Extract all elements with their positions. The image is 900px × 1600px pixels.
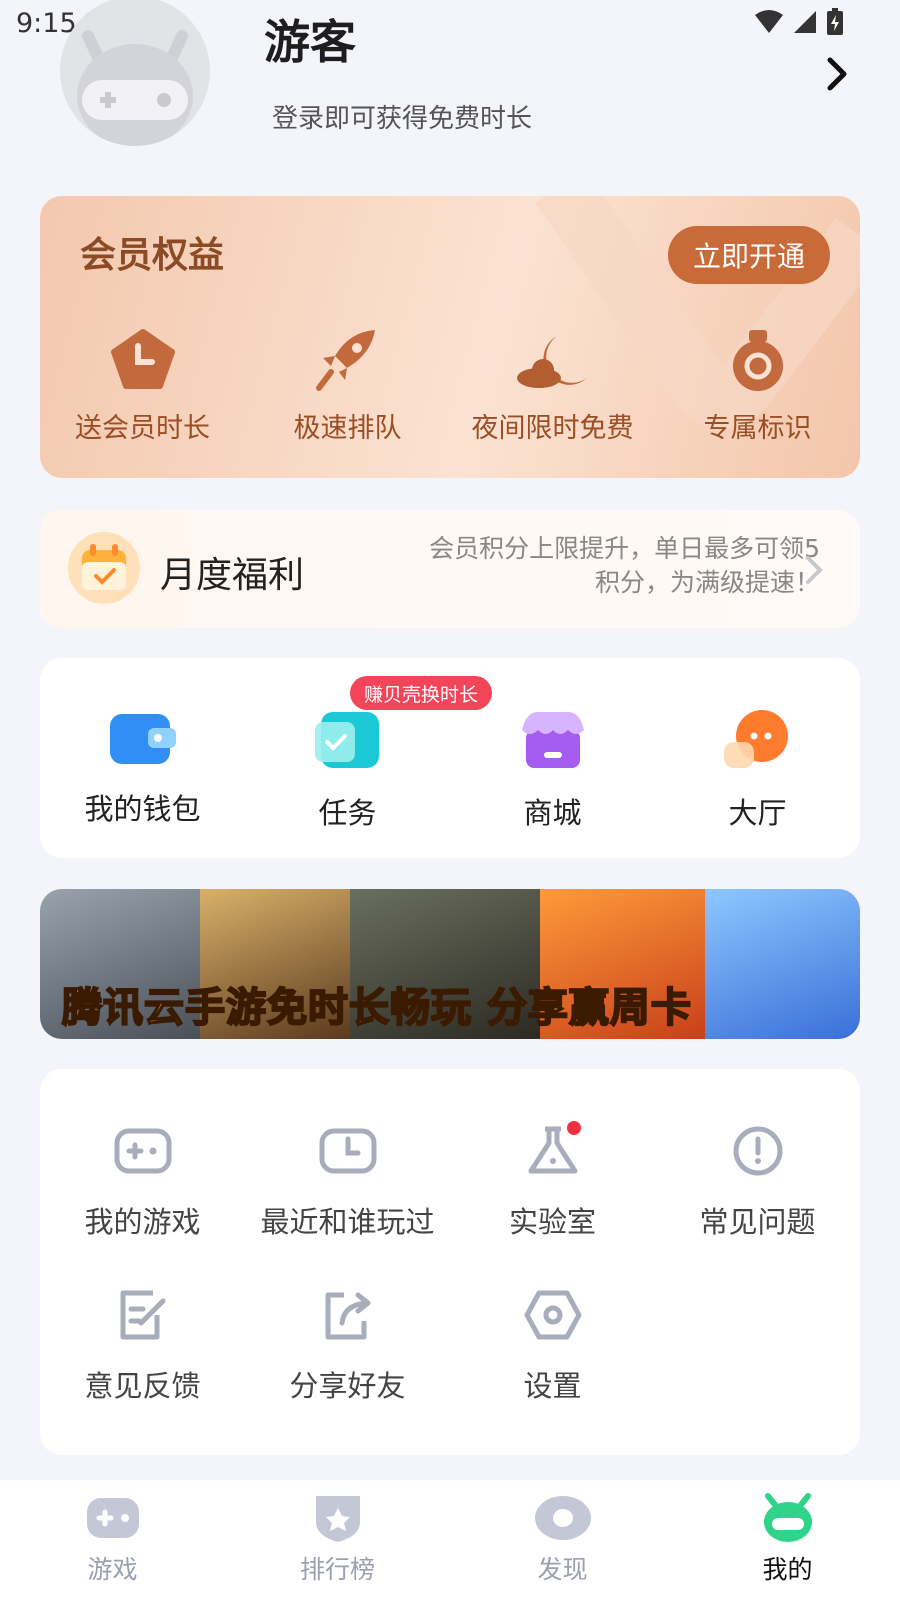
nav-mine[interactable]: 我的 (675, 1492, 900, 1586)
tool-recent-played[interactable]: 最近和谁玩过 (245, 1125, 450, 1241)
gamepad-icon (114, 1128, 171, 1174)
tool-share[interactable]: 分享好友 (245, 1289, 450, 1405)
signal-icon (794, 11, 816, 33)
chevron-right-icon[interactable] (824, 56, 850, 96)
avatar[interactable] (60, 0, 210, 146)
task-button[interactable]: 任务 (245, 708, 450, 832)
quick-action-label: 我的钱包 (84, 792, 201, 826)
lobby-button[interactable]: 大厅 (655, 708, 860, 832)
feedback-icon (120, 1290, 165, 1340)
member-card[interactable]: 会员权益 立即开通 送会员时长 极速排队 夜间限时免费 专属标识 (40, 196, 860, 478)
battery-icon (827, 8, 843, 35)
shop-icon (521, 712, 584, 768)
chat-icon (723, 710, 788, 768)
status-time: 9:15 (16, 8, 77, 39)
tool-label: 我的游戏 (84, 1205, 201, 1239)
perk-item[interactable]: 极速排队 (245, 328, 450, 445)
monthly-title: 月度福利 (160, 555, 305, 596)
perk-label: 夜间限时免费 (471, 413, 634, 444)
nav-label: 游戏 (87, 1555, 138, 1584)
tool-label: 设置 (523, 1369, 582, 1403)
tool-label: 常见问题 (699, 1205, 816, 1239)
monthly-desc-line: 会员积分上限提升，单日最多可领5 (429, 534, 820, 563)
open-membership-button[interactable]: 立即开通 (668, 226, 830, 284)
monthly-welfare-card[interactable]: 月度福利 会员积分上限提升，单日最多可领5 积分，为满级提速！ (40, 510, 860, 628)
tool-lab[interactable]: 实验室 (450, 1125, 655, 1241)
rocket-icon (315, 330, 375, 391)
tools-card: 我的游戏 最近和谁玩过 实验室 常见问题 意见反馈 分享好友 设置 (40, 1069, 860, 1455)
shield-star-icon (315, 1496, 360, 1542)
medal-icon (732, 330, 783, 391)
tool-label: 实验室 (508, 1205, 596, 1239)
bottom-nav: 游戏 排行榜 发现 我的 (0, 1480, 900, 1600)
profile-mascot-icon (763, 1493, 812, 1542)
perk-item[interactable]: 夜间限时免费 (450, 328, 655, 445)
tool-settings[interactable]: 设置 (450, 1289, 655, 1405)
nav-games[interactable]: 游戏 (0, 1492, 225, 1586)
wallet-icon (109, 714, 176, 764)
calendar-icon (68, 532, 140, 604)
quick-action-label: 大厅 (728, 796, 787, 830)
task-badge: 赚贝壳换时长 (350, 676, 493, 710)
shop-button[interactable]: 商城 (450, 708, 655, 832)
monthly-description: 会员积分上限提升，单日最多可领5 积分，为满级提速！ (340, 532, 820, 600)
nav-discover[interactable]: 发现 (450, 1492, 675, 1586)
recent-clock-icon (319, 1128, 376, 1174)
banner-text: 腾讯云手游免时长畅玩 分享赢周卡 (61, 975, 692, 1033)
banner-text-part: 分享赢周卡 (486, 984, 692, 1032)
tool-my-games[interactable]: 我的游戏 (40, 1125, 245, 1241)
notification-dot (567, 1121, 581, 1135)
tool-feedback[interactable]: 意见反馈 (40, 1289, 245, 1405)
monthly-desc-line: 积分，为满级提速！ (594, 568, 820, 597)
nav-label: 发现 (537, 1555, 588, 1584)
gamepad-nav-icon (86, 1498, 139, 1538)
tool-label: 意见反馈 (84, 1369, 201, 1403)
moon-cloud-icon (516, 336, 587, 388)
member-title: 会员权益 (80, 235, 225, 276)
login-hint[interactable]: 登录即可获得免费时长 (272, 98, 532, 135)
quick-action-label: 任务 (318, 796, 377, 830)
perk-label: 专属标识 (703, 413, 812, 444)
tool-label: 分享好友 (289, 1369, 406, 1403)
nav-leaderboard[interactable]: 排行榜 (225, 1492, 450, 1586)
nav-label: 我的 (762, 1555, 813, 1584)
wifi-icon (755, 10, 783, 33)
username[interactable]: 游客 (264, 6, 356, 72)
banner-panel (705, 889, 860, 1039)
settings-icon (524, 1290, 581, 1340)
tool-faq[interactable]: 常见问题 (655, 1125, 860, 1241)
perk-item[interactable]: 专属标识 (655, 328, 860, 445)
quick-actions-card: 我的钱包 任务 商城 大厅 赚贝壳换时长 (40, 658, 860, 858)
promo-banner[interactable]: 腾讯云手游免时长畅玩 分享赢周卡 (40, 889, 860, 1039)
task-icon (314, 712, 379, 768)
clock-tag-icon (110, 329, 175, 389)
system-icons (754, 8, 844, 36)
wallet-button[interactable]: 我的钱包 (40, 708, 245, 828)
perk-label: 极速排队 (293, 413, 402, 444)
exclamation-icon (733, 1126, 782, 1176)
share-icon (325, 1292, 370, 1340)
quick-action-label: 商城 (523, 796, 582, 830)
banner-text-part: 腾讯云手游 (61, 984, 267, 1032)
perk-label: 送会员时长 (75, 413, 210, 444)
tool-label: 最近和谁玩过 (260, 1205, 435, 1239)
discover-icon (534, 1496, 591, 1540)
nav-label: 排行榜 (299, 1555, 375, 1584)
banner-text-part: 免时长畅玩 (266, 984, 472, 1032)
perk-item[interactable]: 送会员时长 (40, 328, 245, 445)
chevron-right-icon (804, 554, 824, 590)
